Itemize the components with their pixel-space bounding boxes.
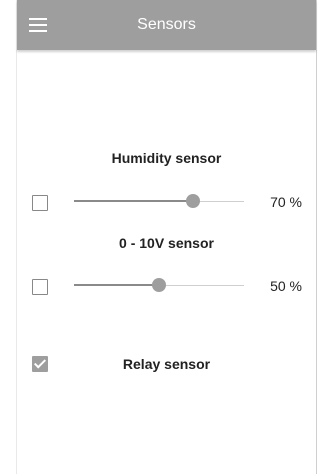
app-bar: Sensors xyxy=(17,0,316,50)
humidity-sensor-value: 70 % xyxy=(270,194,302,210)
slider-thumb[interactable] xyxy=(152,278,166,292)
page-title: Sensors xyxy=(137,16,196,33)
relay-sensor-label: Relay sensor xyxy=(122,356,211,372)
voltage-sensor-checkbox[interactable] xyxy=(32,279,48,295)
humidity-sensor-slider[interactable] xyxy=(74,194,244,210)
slider-thumb[interactable] xyxy=(186,194,200,208)
slider-fill xyxy=(74,200,193,202)
humidity-sensor-label: Humidity sensor xyxy=(111,150,222,166)
slider-fill xyxy=(74,284,159,286)
humidity-sensor-checkbox[interactable] xyxy=(32,195,48,211)
voltage-sensor-value: 50 % xyxy=(270,278,302,294)
sensors-screen: Sensors Humidity sensor 70 % 0 - 10V sen… xyxy=(16,0,317,474)
voltage-sensor-slider[interactable] xyxy=(74,278,244,294)
voltage-sensor-label: 0 - 10V sensor xyxy=(119,235,214,251)
